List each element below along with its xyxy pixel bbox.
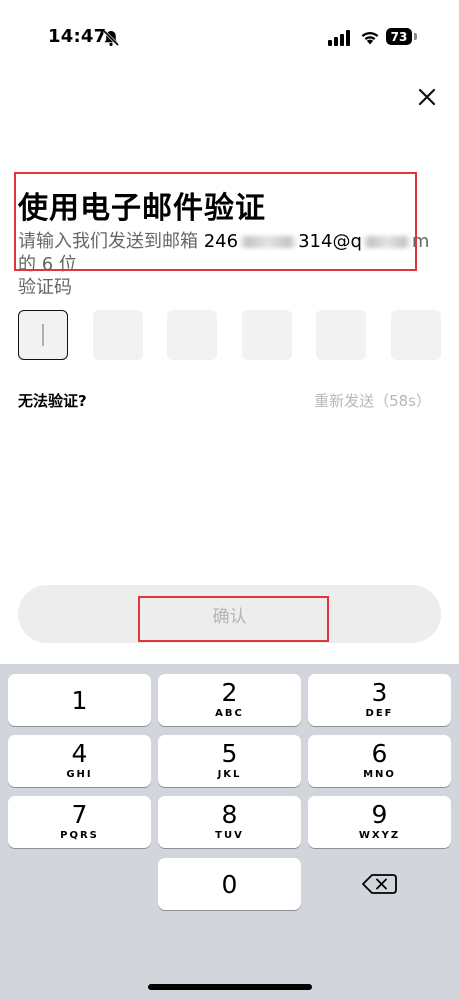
cellular-signal-icon: [328, 30, 350, 46]
status-time: 14:47: [48, 26, 107, 47]
bell-off-icon: [102, 29, 120, 47]
key-letters: PQRS: [60, 830, 99, 841]
key-5[interactable]: 5 JKL: [158, 735, 301, 787]
key-2[interactable]: 2 ABC: [158, 674, 301, 726]
code-box-5[interactable]: [316, 310, 366, 360]
key-letters: JKL: [217, 769, 242, 780]
key-digit: 3: [371, 678, 388, 707]
key-3[interactable]: 3 DEF: [308, 674, 451, 726]
key-6[interactable]: 6 MNO: [308, 735, 451, 787]
code-box-2[interactable]: [93, 310, 143, 360]
battery-icon: 73: [386, 28, 418, 46]
code-box-3[interactable]: [167, 310, 217, 360]
key-8[interactable]: 8 TUV: [158, 796, 301, 848]
key-9[interactable]: 9 WXYZ: [308, 796, 451, 848]
key-digit: 1: [71, 686, 88, 715]
battery-tip: [414, 33, 417, 40]
key-1[interactable]: 1: [8, 674, 151, 726]
resend-countdown: 重新发送（58s）: [314, 392, 431, 410]
key-letters: TUV: [215, 830, 244, 841]
key-4[interactable]: 4 GHI: [8, 735, 151, 787]
close-icon[interactable]: [412, 82, 442, 112]
key-digit: 8: [221, 800, 238, 829]
code-box-1[interactable]: [18, 310, 68, 360]
backspace-icon[interactable]: [308, 858, 451, 910]
key-digit: 9: [371, 800, 388, 829]
status-bar: 14:47 73: [0, 0, 459, 70]
battery-level: 73: [386, 28, 412, 45]
text-caret: [42, 324, 44, 346]
key-letters: DEF: [365, 708, 394, 719]
title-highlight: [14, 172, 417, 271]
cannot-verify-link[interactable]: 无法验证?: [18, 390, 87, 411]
home-indicator: [148, 984, 312, 990]
key-digit: 5: [221, 739, 238, 768]
confirm-label: 确认: [212, 606, 247, 626]
subtitle-line2: 验证码: [18, 277, 72, 298]
code-box-6[interactable]: [391, 310, 441, 360]
key-letters: WXYZ: [358, 830, 401, 841]
key-0[interactable]: 0: [158, 858, 301, 910]
key-letters: ABC: [215, 708, 244, 719]
confirm-button[interactable]: 确认: [18, 585, 441, 643]
key-digit: 7: [71, 800, 88, 829]
key-digit: 0: [221, 870, 238, 899]
key-letters: MNO: [363, 769, 396, 780]
code-box-4[interactable]: [242, 310, 292, 360]
key-letters: GHI: [66, 769, 93, 780]
key-digit: 6: [371, 739, 388, 768]
key-digit: 2: [221, 678, 238, 707]
key-7[interactable]: 7 PQRS: [8, 796, 151, 848]
wifi-icon: [361, 32, 379, 45]
key-digit: 4: [71, 739, 88, 768]
